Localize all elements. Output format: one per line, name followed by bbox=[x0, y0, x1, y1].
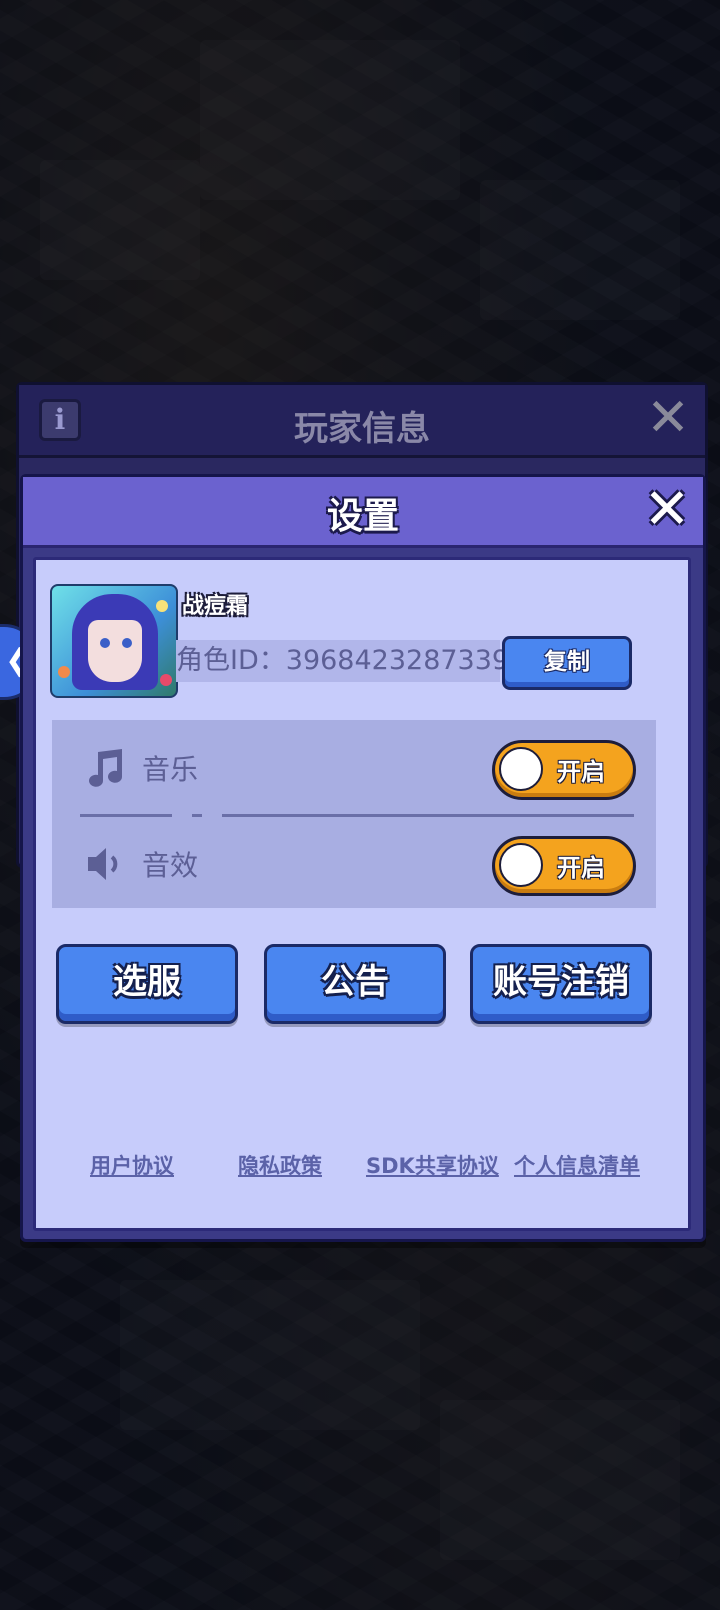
speaker-icon bbox=[88, 848, 118, 880]
settings-dialog: 设置 ✕ 战痘霜 角色ID：39684232873391 复制 音乐 开启 音效… bbox=[20, 474, 706, 1242]
footer-links: 用户协议 隐私政策 SDK共享协议 个人信息清单 bbox=[36, 1150, 688, 1180]
user-agreement-link[interactable]: 用户协议 bbox=[90, 1150, 174, 1180]
divider bbox=[80, 814, 634, 817]
copy-id-button[interactable]: 复制 bbox=[502, 636, 632, 690]
music-note-icon bbox=[89, 749, 122, 787]
sfx-label: 音效 bbox=[142, 849, 199, 882]
settings-header: 设置 ✕ bbox=[23, 477, 703, 548]
role-id-label: 角色ID： bbox=[176, 645, 286, 676]
select-server-button[interactable]: 选服 bbox=[56, 944, 238, 1024]
role-id-value: 39684232873391 bbox=[285, 645, 527, 676]
role-id-row: 角色ID：39684232873391 bbox=[176, 640, 526, 682]
settings-title: 设置 bbox=[326, 496, 399, 537]
music-row: 音乐 开启 bbox=[52, 730, 656, 810]
music-toggle-label: 开启 bbox=[557, 758, 605, 786]
personal-info-list-link[interactable]: 个人信息清单 bbox=[514, 1150, 640, 1180]
audio-settings: 音乐 开启 音效 开启 bbox=[52, 720, 656, 908]
settings-body: 战痘霜 角色ID：39684232873391 复制 音乐 开启 音效 开启 选… bbox=[33, 557, 691, 1231]
sfx-row: 音效 开启 bbox=[52, 826, 656, 906]
delete-account-button[interactable]: 账号注销 bbox=[470, 944, 652, 1024]
player-info-title: 玩家信息 bbox=[294, 409, 430, 449]
player-info-header: i 玩家信息 ✕ bbox=[19, 385, 705, 458]
player-name: 战痘霜 bbox=[182, 594, 249, 619]
avatar bbox=[50, 584, 178, 698]
sfx-toggle[interactable]: 开启 bbox=[492, 836, 636, 896]
music-label: 音乐 bbox=[142, 753, 199, 786]
close-icon[interactable]: ✕ bbox=[645, 392, 691, 444]
sdk-agreement-link[interactable]: SDK共享协议 bbox=[366, 1150, 499, 1180]
privacy-policy-link[interactable]: 隐私政策 bbox=[238, 1150, 322, 1180]
sfx-toggle-label: 开启 bbox=[557, 854, 605, 882]
toggle-knob bbox=[499, 747, 543, 791]
music-toggle[interactable]: 开启 bbox=[492, 740, 636, 800]
toggle-knob bbox=[499, 843, 543, 887]
close-icon[interactable]: ✕ bbox=[641, 482, 693, 538]
announcement-button[interactable]: 公告 bbox=[264, 944, 446, 1024]
